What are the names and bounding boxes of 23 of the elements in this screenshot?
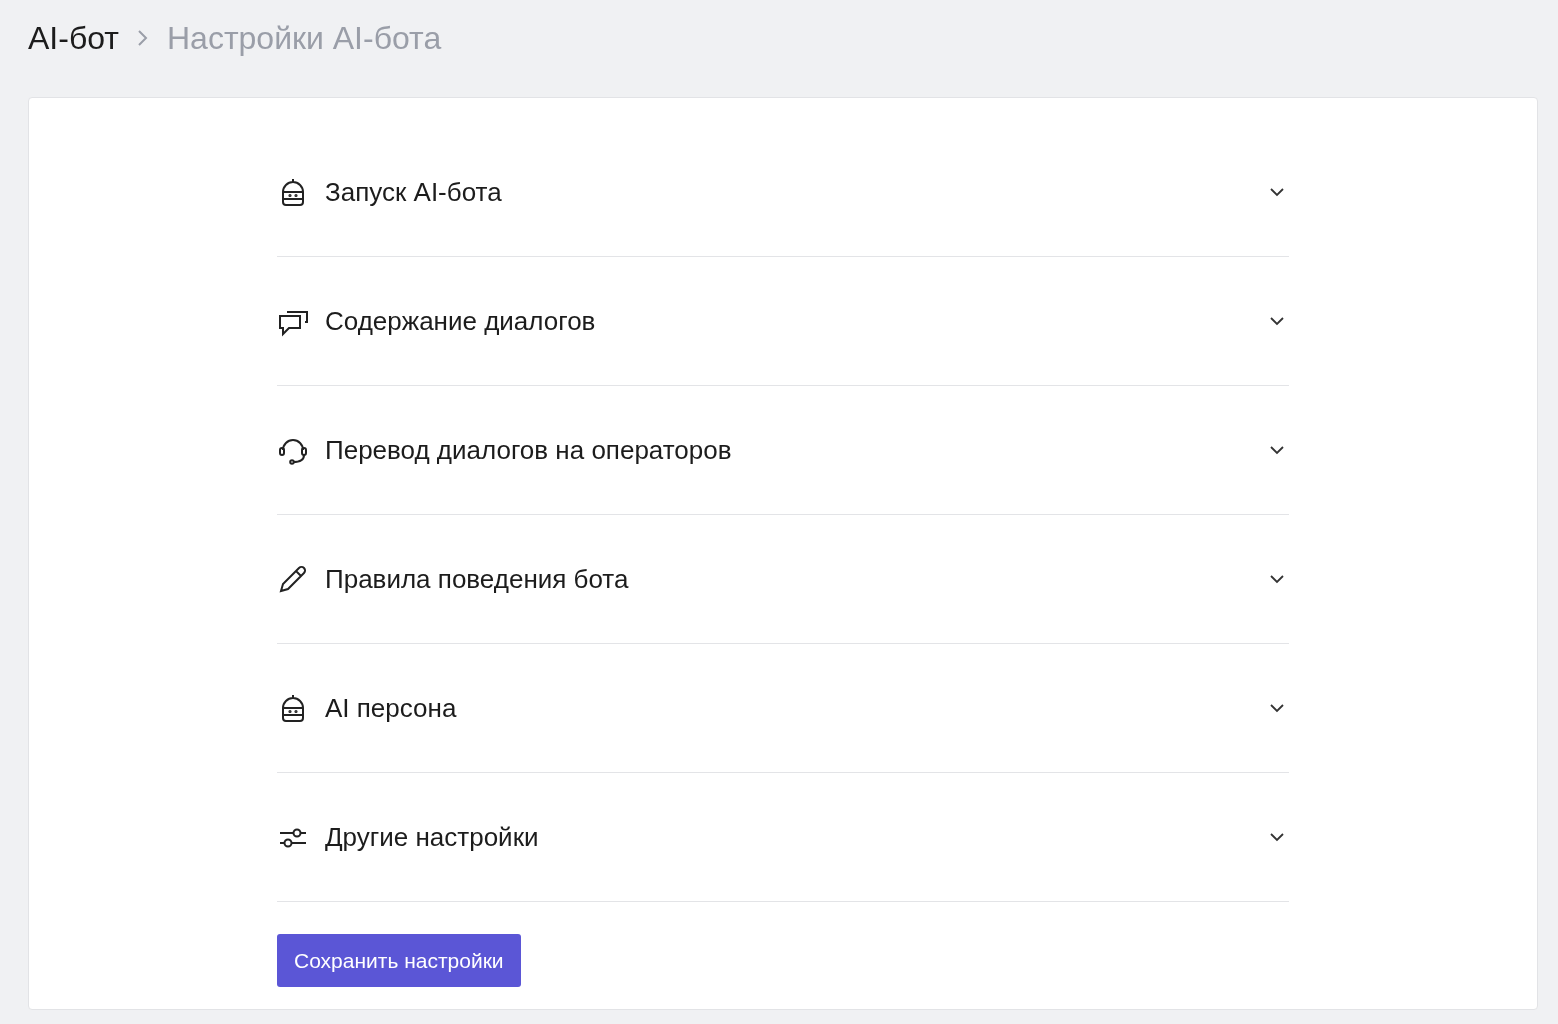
chevron-down-icon: [1269, 316, 1285, 326]
accordion-header[interactable]: Перевод диалогов на операторов: [277, 386, 1289, 515]
section-title: Другие настройки: [325, 821, 540, 853]
save-button[interactable]: Сохранить настройки: [277, 934, 521, 987]
section-title: Правила поведения бота: [325, 563, 630, 595]
section-title: Перевод диалогов на операторов: [325, 434, 733, 466]
chevron-down-icon: [1269, 574, 1285, 584]
accordion-header[interactable]: AI персона: [277, 644, 1289, 773]
accordion-header[interactable]: Содержание диалогов: [277, 257, 1289, 386]
chevron-down-icon: [1269, 187, 1285, 197]
section-title: AI персона: [325, 692, 458, 724]
chevron-down-icon: [1269, 703, 1285, 713]
pencil-icon: [277, 563, 309, 595]
chevron-down-icon: [1269, 832, 1285, 842]
page-title: Настройки AI-бота: [166, 19, 442, 57]
accordion-header[interactable]: Другие настройки: [277, 773, 1289, 902]
section-title: Содержание диалогов: [325, 305, 597, 337]
breadcrumb-link[interactable]: AI-бот: [28, 19, 119, 57]
accordion-header[interactable]: Правила поведения бота: [277, 515, 1289, 644]
accordion-header[interactable]: Запуск AI-бота: [277, 128, 1289, 257]
section-title: Запуск AI-бота: [325, 176, 503, 208]
chevron-right-icon: [136, 28, 149, 48]
chevron-down-icon: [1269, 445, 1285, 455]
